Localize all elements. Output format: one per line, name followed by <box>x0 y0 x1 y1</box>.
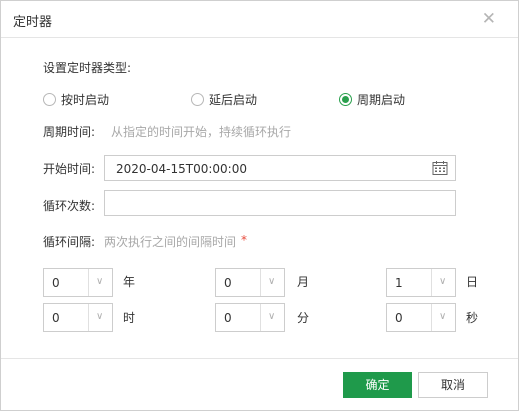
radio-label: 延后启动 <box>209 93 258 107</box>
unit-year: 年 <box>123 275 136 289</box>
interval-hour-select[interactable]: 0 ∨ <box>43 303 113 332</box>
calendar-icon[interactable] <box>432 160 448 176</box>
chevron-down-icon: ∨ <box>96 276 104 287</box>
interval-minute-select[interactable]: 0 ∨ <box>215 303 285 332</box>
timer-dialog: 定时器 ✕ 设置定时器类型: 按时启动 延后启动 周期启动 周期时间: 从指定的… <box>0 0 519 411</box>
interval-day-select[interactable]: 1 ∨ <box>386 268 456 297</box>
loop-count-input[interactable] <box>104 190 456 216</box>
loop-count-label: 循环次数: <box>43 199 96 213</box>
dialog-title: 定时器 <box>13 15 53 30</box>
interval-label: 循环间隔: <box>43 235 96 249</box>
interval-second-value: 0 <box>395 311 403 325</box>
chevron-down-icon: ∨ <box>439 276 447 287</box>
radio-start-on-time[interactable]: 按时启动 <box>43 91 109 108</box>
interval-hour-value: 0 <box>52 311 60 325</box>
period-time-label: 周期时间: <box>43 125 96 139</box>
chevron-down-icon: ∨ <box>439 311 447 322</box>
start-time-input[interactable]: 2020-04-15T00:00:00 <box>104 155 456 181</box>
chevron-down-icon: ∨ <box>96 311 104 322</box>
interval-day-value: 1 <box>395 276 403 290</box>
unit-hour: 时 <box>123 311 136 325</box>
interval-month-select[interactable]: 0 ∨ <box>215 268 285 297</box>
dialog-header: 定时器 ✕ <box>1 1 518 38</box>
radio-label: 周期启动 <box>357 93 406 107</box>
close-icon[interactable]: ✕ <box>482 9 496 29</box>
radio-circle-icon <box>43 93 56 106</box>
interval-year-select[interactable]: 0 ∨ <box>43 268 113 297</box>
ok-button[interactable]: 确定 <box>343 372 412 398</box>
unit-minute: 分 <box>297 311 310 325</box>
radio-label: 按时启动 <box>61 93 110 107</box>
chevron-down-icon: ∨ <box>268 311 276 322</box>
unit-second: 秒 <box>466 311 479 325</box>
chevron-down-icon: ∨ <box>268 276 276 287</box>
start-time-label: 开始时间: <box>43 162 96 176</box>
interval-month-value: 0 <box>224 276 232 290</box>
cancel-button[interactable]: 取消 <box>418 372 488 398</box>
dialog-footer-divider <box>1 358 518 359</box>
start-time-value: 2020-04-15T00:00:00 <box>116 162 247 176</box>
interval-year-value: 0 <box>52 276 60 290</box>
radio-delayed-start[interactable]: 延后启动 <box>191 91 257 108</box>
unit-day: 日 <box>466 275 479 289</box>
interval-second-select[interactable]: 0 ∨ <box>386 303 456 332</box>
radio-circle-icon <box>191 93 204 106</box>
period-time-hint: 从指定的时间开始，持续循环执行 <box>111 125 292 139</box>
radio-selected-icon <box>339 93 352 106</box>
interval-hint: 两次执行之间的间隔时间 <box>104 235 237 249</box>
unit-month: 月 <box>297 275 310 289</box>
timer-type-label: 设置定时器类型: <box>43 61 132 75</box>
interval-minute-value: 0 <box>224 311 232 325</box>
required-mark: * <box>241 233 247 247</box>
radio-periodic-start[interactable]: 周期启动 <box>339 91 405 108</box>
